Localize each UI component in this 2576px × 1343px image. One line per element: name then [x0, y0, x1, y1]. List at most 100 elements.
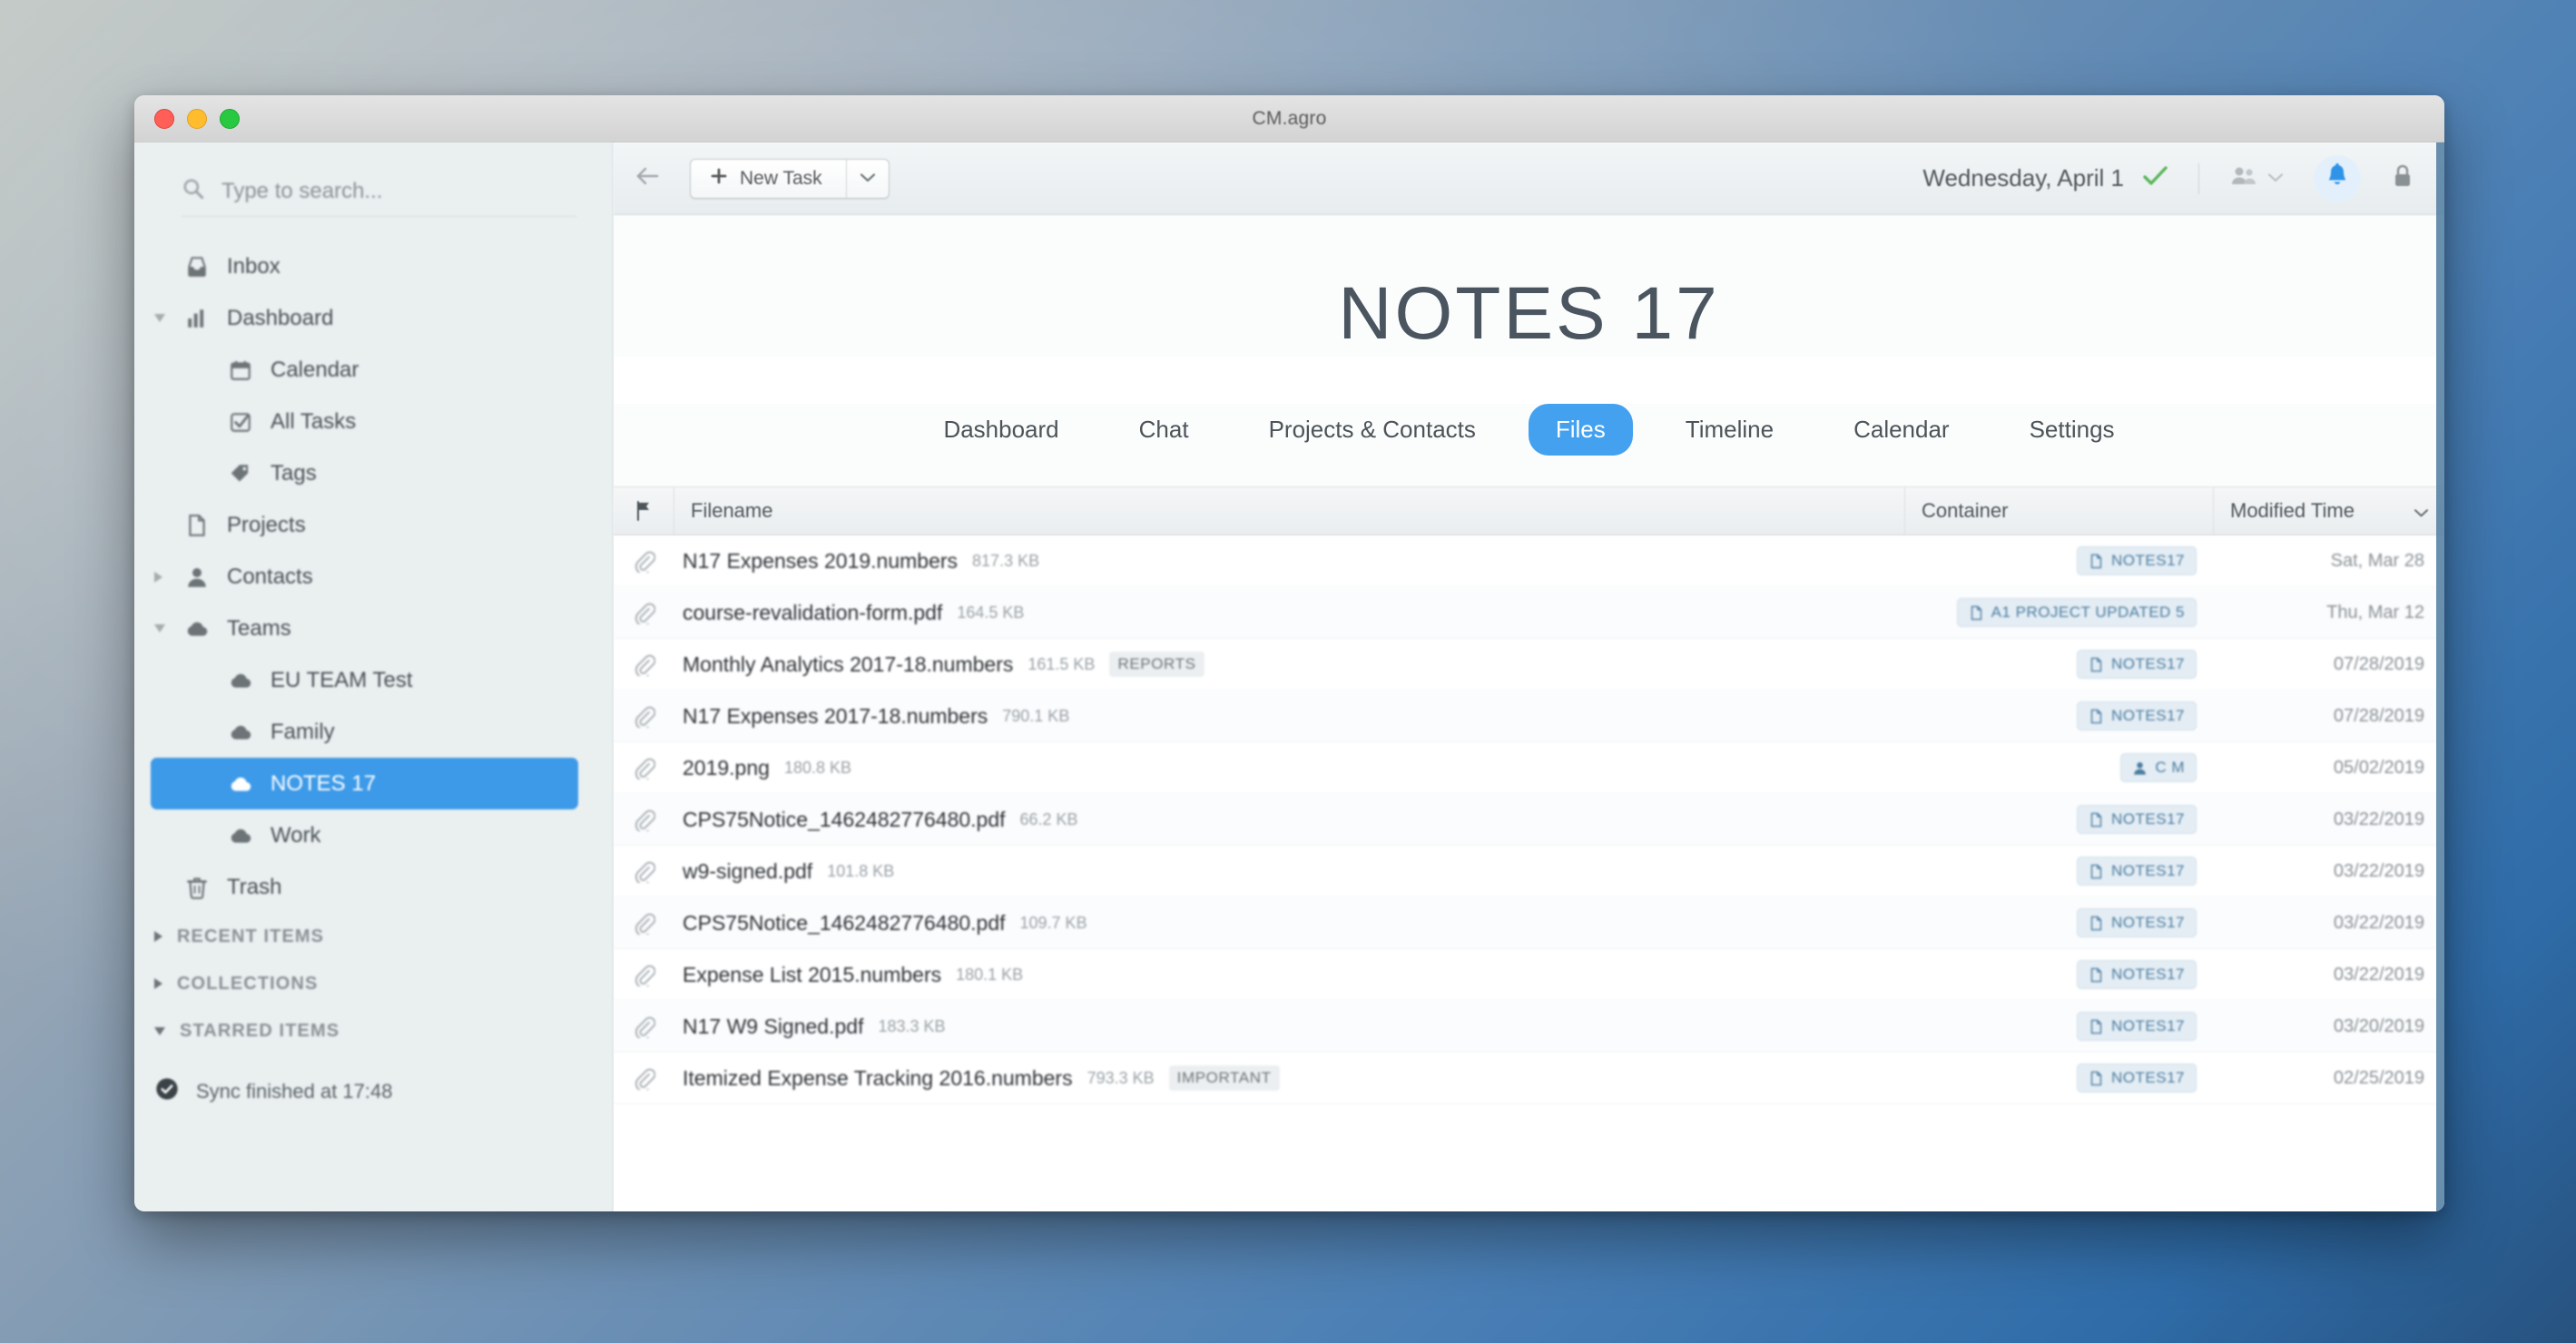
current-date-label: Wednesday, April 1	[1922, 164, 2124, 191]
file-name-cell[interactable]: N17 Expenses 2019.numbers 817.3 KB	[673, 535, 1904, 586]
disclosure-closed-icon[interactable]	[154, 978, 162, 989]
container-badge[interactable]: NOTES17	[2077, 1012, 2197, 1041]
container-badge[interactable]: NOTES17	[2077, 857, 2197, 886]
container-label: NOTES17	[2111, 655, 2185, 672]
disclosure-open-icon[interactable]	[154, 1026, 165, 1035]
sidebar-item-all-tasks[interactable]: All Tasks	[134, 396, 582, 447]
tab-settings[interactable]: Settings	[2002, 404, 2142, 456]
container-label: NOTES17	[2111, 1017, 2185, 1034]
sidebar-section-starred-items[interactable]: STARRED ITEMS	[134, 1007, 613, 1054]
disclosure-closed-icon[interactable]	[154, 931, 162, 942]
file-name-cell[interactable]: CPS75Notice_1462482776480.pdf 66.2 KB	[673, 794, 1904, 845]
disclosure-open-icon[interactable]	[154, 624, 165, 632]
sidebar-item-tags[interactable]: Tags	[134, 447, 582, 499]
container-badge[interactable]: A1 PROJECT UPDATED 5	[1956, 598, 2197, 627]
table-row[interactable]: Expense List 2015.numbers 180.1 KB NOTES17…	[614, 949, 2444, 1001]
new-task-dropdown-button[interactable]	[847, 160, 889, 198]
modified-time-cell: 07/28/2019	[2213, 639, 2444, 690]
table-row[interactable]: CPS75Notice_1462482776480.pdf 109.7 KB NOT…	[614, 897, 2444, 949]
file-tag-badge[interactable]: REPORTS	[1109, 652, 1204, 677]
file-name-cell[interactable]: Monthly Analytics 2017-18.numbers 161.5 K…	[673, 639, 1904, 690]
table-row[interactable]: CPS75Notice_1462482776480.pdf 66.2 KB NOTE…	[614, 794, 2444, 846]
container-badge[interactable]: NOTES17	[2077, 1064, 2197, 1093]
column-header-modified[interactable]: Modified Time	[2213, 487, 2444, 534]
table-row[interactable]: N17 Expenses 2019.numbers 817.3 KB NOTES17…	[614, 535, 2444, 587]
sidebar-item-inbox[interactable]: Inbox	[134, 240, 582, 292]
document-icon	[2089, 1071, 2104, 1086]
container-label: A1 PROJECT UPDATED 5	[1991, 603, 2185, 621]
green-check-icon	[2142, 165, 2169, 191]
cloud-icon	[225, 721, 256, 744]
table-row[interactable]: w9-signed.pdf 101.8 KB NOTES17 03/22/2019	[614, 846, 2444, 897]
modified-time: 07/28/2019	[2333, 653, 2424, 674]
file-name-cell[interactable]: N17 W9 Signed.pdf 183.3 KB	[673, 1001, 1904, 1052]
sidebar-item-eu-team-test[interactable]: EU TEAM Test	[134, 654, 582, 706]
notifications-button[interactable]	[2314, 154, 2361, 202]
tab-dashboard[interactable]: Dashboard	[916, 404, 1086, 456]
search-input[interactable]: Type to search...	[221, 179, 382, 204]
new-task-button-group[interactable]: New Task	[690, 158, 890, 199]
column-header-flag[interactable]	[614, 487, 673, 534]
sidebar-item-contacts[interactable]: Contacts	[134, 551, 582, 603]
sidebar-item-teams[interactable]: Teams	[134, 603, 582, 654]
vertical-scrollbar[interactable]	[2436, 142, 2444, 1211]
sidebar-item-projects[interactable]: Projects	[134, 499, 582, 551]
sidebar-item-calendar[interactable]: Calendar	[134, 344, 582, 396]
flag-icon	[637, 501, 649, 521]
container-badge[interactable]: NOTES17	[2077, 960, 2197, 989]
table-row[interactable]: course-revalidation-form.pdf 164.5 KB A1 P…	[614, 587, 2444, 639]
sidebar-item-work[interactable]: Work	[134, 809, 582, 861]
container-badge[interactable]: NOTES17	[2077, 805, 2197, 834]
container-badge[interactable]: NOTES17	[2077, 650, 2197, 679]
file-name-cell[interactable]: Itemized Expense Tracking 2016.numbers 79…	[673, 1053, 1904, 1103]
disclosure-closed-icon[interactable]	[154, 571, 162, 583]
table-row[interactable]: 2019.png 180.8 KB C M 05/02/2019	[614, 742, 2444, 794]
attachment-icon	[614, 535, 673, 586]
sidebar-section-label: COLLECTIONS	[177, 973, 319, 994]
sidebar-item-trash[interactable]: Trash	[134, 861, 582, 913]
modified-time-cell: 03/22/2019	[2213, 949, 2444, 1000]
document-icon	[2089, 554, 2104, 569]
modified-time: 02/25/2019	[2333, 1067, 2424, 1088]
sidebar-item-family[interactable]: Family	[134, 706, 582, 758]
lock-icon[interactable]	[2392, 162, 2414, 194]
back-arrow-icon[interactable]	[635, 166, 663, 191]
sidebar-item-label: NOTES 17	[270, 770, 377, 796]
sidebar-item-notes-17[interactable]: NOTES 17	[151, 758, 578, 809]
sidebar-section-collections[interactable]: COLLECTIONS	[134, 960, 613, 1007]
sidebar-item-label: Tags	[270, 460, 317, 485]
cloud-icon	[225, 669, 256, 692]
column-header-filename[interactable]: Filename	[673, 487, 1904, 534]
tab-calendar[interactable]: Calendar	[1826, 404, 1977, 456]
file-name-cell[interactable]: course-revalidation-form.pdf 164.5 KB	[673, 587, 1904, 638]
table-row[interactable]: Itemized Expense Tracking 2016.numbers 79…	[614, 1053, 2444, 1104]
tab-chat[interactable]: Chat	[1112, 404, 1216, 456]
tab-timeline[interactable]: Timeline	[1658, 404, 1801, 456]
disclosure-open-icon[interactable]	[154, 314, 165, 322]
file-tag-badge[interactable]: IMPORTANT	[1168, 1065, 1280, 1091]
sidebar-section-recent-items[interactable]: RECENT ITEMS	[134, 913, 613, 960]
container-badge[interactable]: NOTES17	[2077, 701, 2197, 730]
container-cell: NOTES17	[1904, 691, 2213, 741]
sidebar-item-dashboard[interactable]: Dashboard	[134, 292, 582, 344]
file-name-cell[interactable]: N17 Expenses 2017-18.numbers 790.1 KB	[673, 691, 1904, 741]
column-header-container[interactable]: Container	[1904, 487, 2213, 534]
new-task-button[interactable]: New Task	[691, 159, 847, 198]
tab-files[interactable]: Files	[1528, 404, 1633, 456]
container-badge[interactable]: NOTES17	[2077, 908, 2197, 937]
container-badge[interactable]: C M	[2120, 753, 2197, 782]
modified-time-cell: 03/22/2019	[2213, 846, 2444, 897]
table-row[interactable]: N17 W9 Signed.pdf 183.3 KB NOTES17 03/20/20…	[614, 1001, 2444, 1053]
file-name: N17 W9 Signed.pdf	[683, 1014, 864, 1038]
table-row[interactable]: Monthly Analytics 2017-18.numbers 161.5 K…	[614, 639, 2444, 691]
modified-time-cell: 07/28/2019	[2213, 691, 2444, 741]
table-row[interactable]: N17 Expenses 2017-18.numbers 790.1 KB NOTE…	[614, 691, 2444, 742]
file-name-cell[interactable]: w9-signed.pdf 101.8 KB	[673, 846, 1904, 897]
search-field[interactable]: Type to search...	[182, 177, 576, 217]
tab-projects-contacts[interactable]: Projects & Contacts	[1242, 404, 1503, 456]
file-name-cell[interactable]: 2019.png 180.8 KB	[673, 742, 1904, 793]
users-menu-button[interactable]	[2230, 164, 2284, 192]
container-badge[interactable]: NOTES17	[2077, 546, 2197, 575]
file-name-cell[interactable]: CPS75Notice_1462482776480.pdf 109.7 KB	[673, 897, 1904, 948]
file-name-cell[interactable]: Expense List 2015.numbers 180.1 KB	[673, 949, 1904, 1000]
